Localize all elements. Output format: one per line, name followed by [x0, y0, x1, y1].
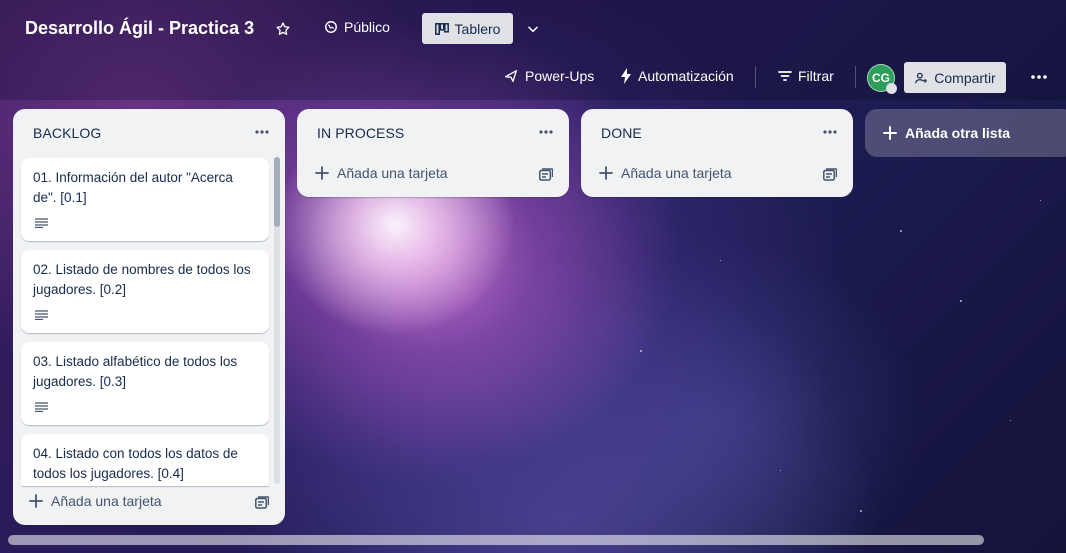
filter-icon: [778, 71, 792, 81]
board-view-label: Tablero: [454, 20, 501, 37]
visibility-label: Público: [344, 19, 390, 35]
globe-icon: [325, 21, 337, 33]
add-list-label: Añada otra lista: [905, 125, 1011, 141]
star-board-button[interactable]: [272, 18, 294, 40]
add-card-label: Añada una tarjeta: [621, 165, 732, 181]
board-menu-button[interactable]: [1028, 66, 1050, 88]
list-title[interactable]: DONE: [601, 125, 642, 141]
card-title: 04. Listado con todos los datos de todos…: [33, 446, 238, 481]
share-label: Compartir: [934, 69, 996, 86]
card[interactable]: 01. Información del autor "Acerca de". […: [21, 158, 269, 241]
share-button[interactable]: Compartir: [904, 62, 1006, 93]
card-template-button[interactable]: [823, 167, 837, 181]
add-card-button[interactable]: Añada una tarjeta: [315, 165, 448, 181]
list-menu-button[interactable]: [819, 123, 841, 141]
more-icon: [823, 130, 837, 134]
toolbar-divider: [855, 66, 856, 88]
automation-button[interactable]: Automatización: [620, 68, 734, 84]
list-done: DONE Añada una tarjeta: [581, 109, 853, 197]
list-menu-button[interactable]: [251, 123, 273, 141]
description-icon: [35, 310, 48, 320]
card-template-button[interactable]: [255, 495, 269, 509]
list-in-process: IN PROCESS Añada una tarjeta: [297, 109, 569, 197]
power-ups-label: Power-Ups: [525, 68, 595, 84]
board-title[interactable]: Desarrollo Ágil - Practica 3: [25, 18, 254, 39]
card[interactable]: 02. Listado de nombres de todos los juga…: [21, 250, 269, 333]
add-card-label: Añada una tarjeta: [51, 493, 162, 509]
board-view-button[interactable]: Tablero: [422, 13, 513, 44]
template-icon: [255, 495, 269, 509]
plus-icon: [29, 494, 43, 508]
chevron-down-icon: [528, 26, 538, 33]
visibility-button[interactable]: Público: [324, 19, 390, 35]
more-icon: [539, 130, 553, 134]
automation-label: Automatización: [638, 68, 734, 84]
card-template-button[interactable]: [539, 167, 553, 181]
list-title[interactable]: IN PROCESS: [317, 125, 404, 141]
more-icon: [255, 130, 269, 134]
description-icon: [35, 402, 48, 412]
power-ups-button[interactable]: Power-Ups: [503, 68, 594, 84]
card-title: 03. Listado alfabético de todos los juga…: [33, 354, 238, 389]
add-list-button[interactable]: Añada otra lista: [865, 109, 1066, 157]
template-icon: [539, 167, 553, 181]
template-icon: [823, 167, 837, 181]
star-icon: [276, 22, 290, 35]
plus-icon: [315, 166, 329, 180]
list-scroll-thumb[interactable]: [274, 157, 280, 227]
avatar-initials: CG: [872, 71, 890, 85]
add-card-label: Añada una tarjeta: [337, 165, 448, 181]
member-avatar[interactable]: CG: [867, 64, 897, 94]
card-title: 02. Listado de nombres de todos los juga…: [33, 262, 251, 297]
card[interactable]: 03. Listado alfabético de todos los juga…: [21, 342, 269, 425]
description-icon: [35, 218, 48, 228]
card[interactable]: 04. Listado con todos los datos de todos…: [21, 434, 269, 486]
list-menu-button[interactable]: [535, 123, 557, 141]
board-header: Desarrollo Ágil - Practica 3 Público Tab…: [0, 0, 1066, 100]
rocket-icon: [505, 70, 517, 82]
plus-icon: [599, 166, 613, 180]
add-card-button[interactable]: Añada una tarjeta: [29, 493, 162, 509]
list-title[interactable]: BACKLOG: [33, 125, 101, 141]
more-icon: [1031, 75, 1047, 79]
board-horizontal-scrollbar[interactable]: [8, 535, 984, 545]
filter-button[interactable]: Filtrar: [778, 68, 834, 84]
list-backlog: BACKLOG 01. Información del autor "Acerc…: [13, 109, 285, 525]
toolbar-divider: [755, 66, 756, 88]
add-card-button[interactable]: Añada una tarjeta: [599, 165, 732, 181]
filter-label: Filtrar: [798, 68, 834, 84]
lightning-icon: [621, 68, 631, 84]
board-view-icon: [434, 22, 449, 35]
admin-badge-icon: [886, 83, 897, 94]
view-switcher-button[interactable]: [522, 18, 544, 40]
add-person-icon: [915, 72, 928, 83]
card-title: 01. Información del autor "Acerca de". […: [33, 170, 233, 205]
plus-icon: [883, 126, 897, 140]
